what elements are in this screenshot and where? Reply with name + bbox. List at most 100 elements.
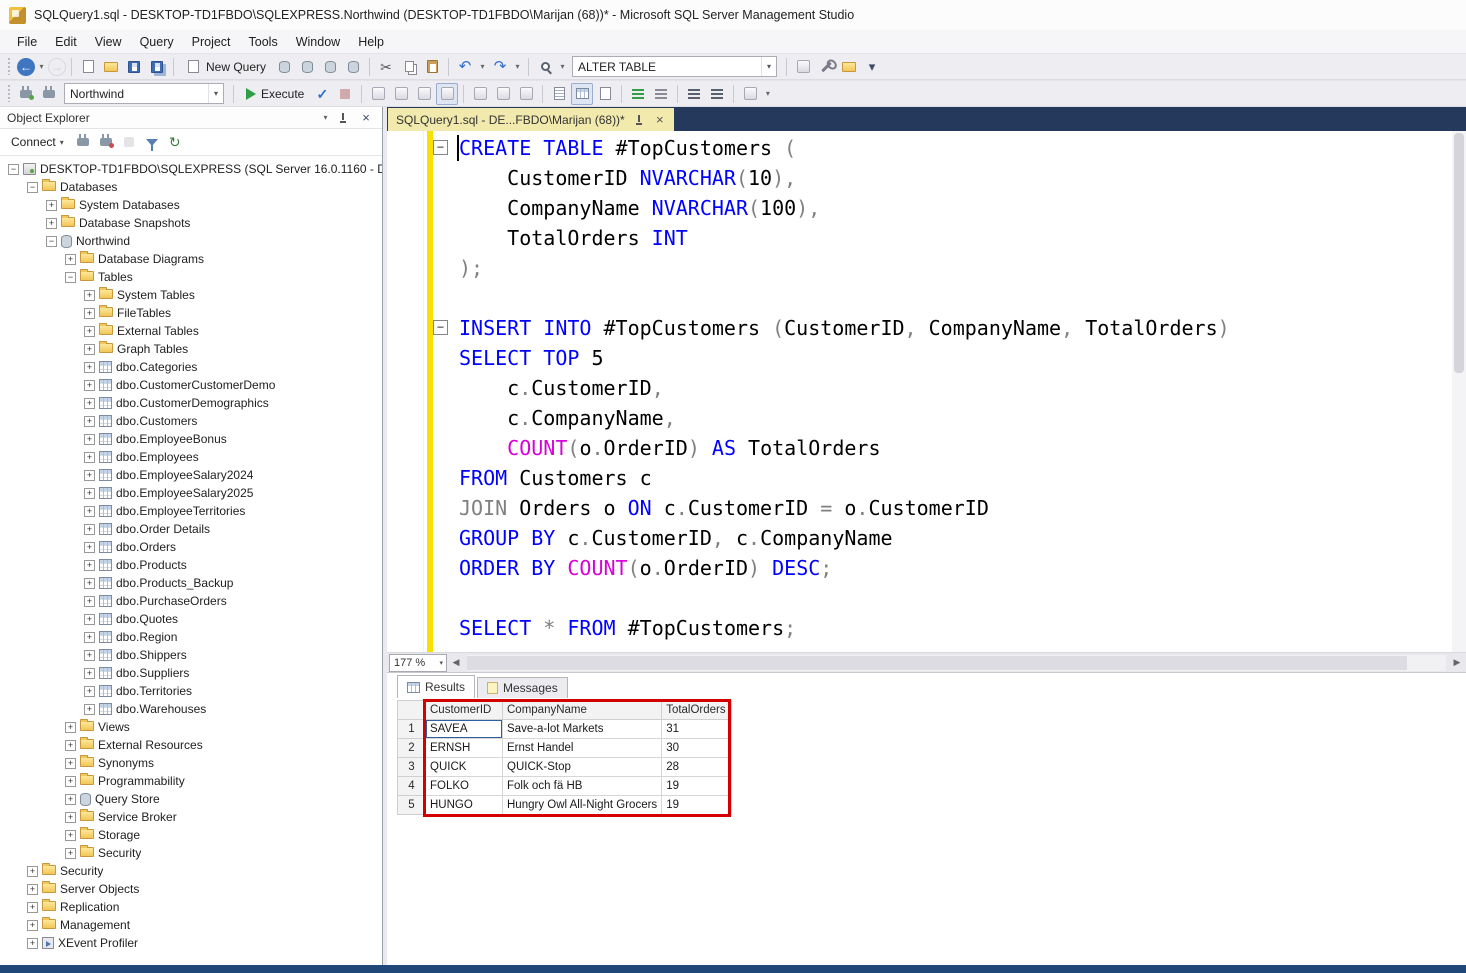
tree-item[interactable]: +Query Store (4, 790, 382, 808)
expand-icon[interactable]: + (84, 326, 95, 337)
tree-item[interactable]: +dbo.EmployeeTerritories (4, 502, 382, 520)
fold-collapse-icon[interactable]: − (433, 140, 448, 155)
tree-item[interactable]: +dbo.Warehouses (4, 700, 382, 718)
code-line[interactable]: FROM Customers c (459, 463, 1452, 493)
expand-icon[interactable]: + (84, 704, 95, 715)
results-grid[interactable]: CustomerIDCompanyNameTotalOrders 1SAVEAS… (397, 700, 732, 815)
expand-icon[interactable]: + (27, 902, 38, 913)
increase-indent-icon[interactable] (706, 83, 728, 105)
tab-results[interactable]: Results (397, 675, 475, 698)
editor-vertical-scrollbar[interactable] (1452, 131, 1466, 652)
new-query-button[interactable]: New Query (179, 54, 273, 80)
results-to-file-icon[interactable] (594, 83, 616, 105)
expand-icon[interactable]: + (65, 848, 76, 859)
tree-item[interactable]: +dbo.EmployeeSalary2024 (4, 466, 382, 484)
sqlcmd-mode-icon[interactable] (367, 83, 389, 105)
code-line[interactable]: CustomerID NVARCHAR(10), (459, 163, 1452, 193)
registered-servers-icon[interactable] (792, 56, 814, 78)
expand-icon[interactable]: + (27, 884, 38, 895)
tree-item[interactable]: +Service Broker (4, 808, 382, 826)
wrench-icon[interactable] (815, 56, 837, 78)
menu-edit[interactable]: Edit (46, 32, 86, 52)
scrollbar-thumb[interactable] (1454, 133, 1464, 373)
nav-back-icon[interactable]: ← (17, 58, 35, 76)
undo-icon[interactable]: ↶ (454, 56, 476, 78)
grid-cell[interactable]: Folk och fä HB (503, 777, 662, 796)
expand-icon[interactable]: + (84, 578, 95, 589)
dmx-query-icon[interactable] (319, 56, 341, 78)
menu-query[interactable]: Query (131, 32, 183, 52)
code-line[interactable]: −CREATE TABLE #TopCustomers ( (459, 133, 1452, 163)
expand-icon[interactable]: + (84, 506, 95, 517)
pin-icon[interactable] (632, 112, 646, 128)
cancel-query-icon[interactable] (334, 83, 356, 105)
tree-item[interactable]: +dbo.Territories (4, 682, 382, 700)
row-number[interactable]: 2 (398, 739, 426, 758)
connect-button[interactable]: Connect ▾ (5, 133, 70, 151)
grid-column-header[interactable]: CompanyName (503, 701, 662, 720)
code-line[interactable] (459, 283, 1452, 313)
comment-selection-icon[interactable] (627, 83, 649, 105)
scrollbar-thumb[interactable] (467, 656, 1407, 670)
grid-cell[interactable]: 31 (662, 720, 732, 739)
tree-item[interactable]: +dbo.Products (4, 556, 382, 574)
menu-file[interactable]: File (8, 32, 46, 52)
expand-icon[interactable]: + (27, 920, 38, 931)
tree-item[interactable]: −Northwind (4, 232, 382, 250)
nav-back-dropdown-icon[interactable]: ▾ (36, 56, 47, 78)
tree-item[interactable]: +Synonyms (4, 754, 382, 772)
grid-cell[interactable]: Save-a-lot Markets (503, 720, 662, 739)
tree-item[interactable]: +dbo.Shippers (4, 646, 382, 664)
tree-item[interactable]: +System Tables (4, 286, 382, 304)
tree-item[interactable]: +External Resources (4, 736, 382, 754)
tree-item[interactable]: +dbo.Products_Backup (4, 574, 382, 592)
undo-dropdown-icon[interactable]: ▾ (477, 56, 488, 78)
find-dropdown-icon[interactable]: ▾ (557, 56, 568, 78)
grid-cell[interactable]: 30 (662, 739, 732, 758)
sql-editor[interactable]: −CREATE TABLE #TopCustomers ( CustomerID… (387, 131, 1466, 652)
expand-icon[interactable]: + (46, 200, 57, 211)
include-client-statistics-icon[interactable] (515, 83, 537, 105)
document-tab[interactable]: SQLQuery1.sql - DE...FBDO\Marijan (68))*… (388, 108, 674, 131)
close-icon[interactable]: × (355, 107, 377, 129)
expand-icon[interactable]: + (84, 380, 95, 391)
nav-forward-icon[interactable]: → (48, 58, 66, 76)
menu-help[interactable]: Help (349, 32, 393, 52)
tree-item[interactable]: +Database Diagrams (4, 250, 382, 268)
object-explorer-header[interactable]: Object Explorer ▾× (0, 107, 382, 129)
tree-item[interactable]: +dbo.Employees (4, 448, 382, 466)
code-line[interactable]: c.CustomerID, (459, 373, 1452, 403)
row-number[interactable]: 4 (398, 777, 426, 796)
tree-item[interactable]: −DESKTOP-TD1FBDO\SQLEXPRESS (SQL Server … (4, 160, 382, 178)
template-combo[interactable]: ALTER TABLE ▾ (572, 56, 777, 77)
window-position-dropdown-icon[interactable]: ▾ (320, 107, 331, 129)
tree-item[interactable]: +XEvent Profiler (4, 934, 382, 952)
redo-icon[interactable]: ↷ (489, 56, 511, 78)
code-line[interactable]: c.CompanyName, (459, 403, 1452, 433)
include-live-statistics-icon[interactable] (492, 83, 514, 105)
collapse-icon[interactable]: − (27, 182, 38, 193)
available-databases-combo[interactable]: Northwind ▾ (64, 83, 224, 104)
expand-icon[interactable]: + (84, 434, 95, 445)
chevron-down-icon[interactable]: ▾ (436, 659, 446, 667)
grid-cell[interactable]: SAVEA (426, 720, 503, 739)
code-line[interactable]: JOIN Orders o ON c.CustomerID = o.Custom… (459, 493, 1452, 523)
expand-icon[interactable]: + (84, 650, 95, 661)
tab-messages[interactable]: Messages (477, 677, 568, 698)
tree-item[interactable]: −Tables (4, 268, 382, 286)
grid-cell[interactable]: Ernst Handel (503, 739, 662, 758)
row-number[interactable]: 5 (398, 796, 426, 815)
code-line[interactable] (459, 583, 1452, 613)
decrease-indent-icon[interactable] (683, 83, 705, 105)
expand-icon[interactable]: + (46, 218, 57, 229)
disconnect-icon[interactable] (95, 131, 117, 153)
expand-icon[interactable]: + (65, 740, 76, 751)
expand-icon[interactable]: + (65, 794, 76, 805)
grid-cell[interactable]: FOLKO (426, 777, 503, 796)
select-all-corner[interactable] (398, 701, 426, 720)
chevron-down-icon[interactable]: ▾ (761, 57, 776, 76)
tree-item[interactable]: +Management (4, 916, 382, 934)
expand-icon[interactable]: + (65, 758, 76, 769)
xmla-query-icon[interactable] (342, 56, 364, 78)
collapse-icon[interactable]: − (46, 236, 57, 247)
